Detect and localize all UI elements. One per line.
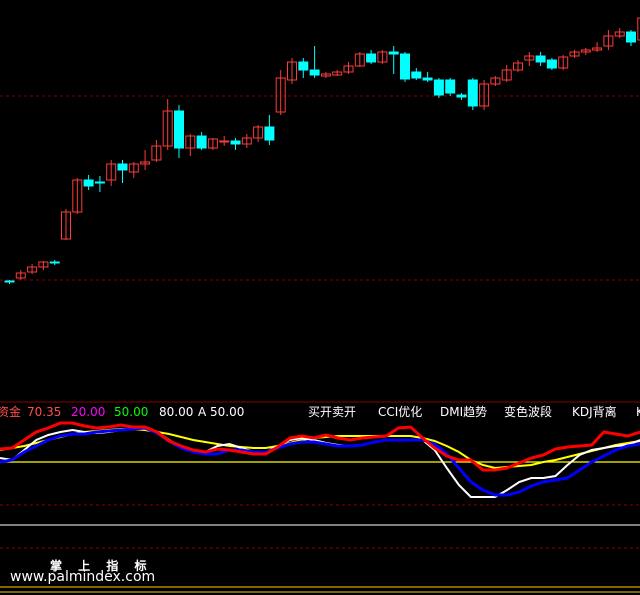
candle-body [626, 31, 636, 43]
candle-body [411, 71, 422, 79]
legend-item: 买开卖开 [308, 405, 356, 419]
candle-body [264, 126, 275, 141]
candle-body [467, 79, 478, 107]
candle-body [535, 55, 546, 63]
watermark-url: www.palmindex.com [10, 569, 156, 585]
legend-item: K [636, 405, 640, 419]
candle-body [546, 59, 557, 69]
candle-body [400, 53, 410, 80]
candle-body [94, 181, 105, 184]
legend-item: DMI趋势 [440, 405, 487, 419]
legend-item: 变色波段 [504, 404, 552, 419]
legend-item: 80.00 [159, 405, 193, 419]
candle-body [388, 51, 399, 55]
legend-item: 50.00 [114, 405, 148, 419]
legend-item: 70.35 [27, 405, 61, 419]
legend-item: KDJ背离 [572, 404, 617, 419]
candle-body [174, 110, 184, 149]
legend-item: 资金 [0, 404, 21, 419]
candle-body [309, 69, 320, 76]
legend-item: A 50.00 [198, 405, 244, 419]
legend-item: CCI优化 [378, 405, 422, 419]
candle-body [49, 261, 60, 264]
candle-body [298, 61, 309, 71]
candle-body [456, 94, 467, 98]
candle-body [433, 79, 444, 96]
stock-chart: 资金 70.35 20.00 50.00 80.00 A 50.00 买开卖开 CCI优化 DM… [0, 17, 640, 593]
candle-body [196, 135, 207, 149]
candle-body [230, 140, 241, 145]
candle-body [219, 140, 230, 143]
candle-body [4, 280, 15, 283]
candle-body [117, 163, 128, 171]
candle-body [422, 77, 433, 81]
candle-body [366, 53, 377, 63]
candle-body [445, 79, 456, 94]
candle-body [83, 179, 94, 187]
legend-item: 20.00 [71, 405, 105, 419]
